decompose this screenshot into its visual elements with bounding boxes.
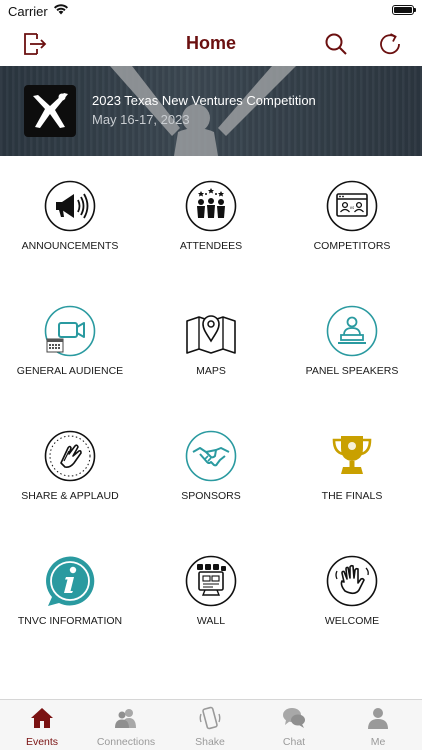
tnvc-logo-icon (33, 93, 68, 128)
event-title: 2023 Texas New Ventures Competition (92, 93, 316, 108)
tile-announcements[interactable]: ANNOUNCEMENTS (0, 156, 140, 281)
tab-me[interactable]: Me (336, 700, 420, 750)
svg-text:vs: vs (350, 205, 354, 210)
handshake-icon (185, 430, 237, 482)
chat-bubbles-icon (283, 708, 305, 728)
tile-the-finals[interactable]: THE FINALS (282, 406, 422, 531)
battery-icon (392, 5, 416, 15)
tile-wall[interactable]: WALL (141, 531, 281, 656)
shake-phone-icon (199, 706, 221, 730)
tile-label: COMPETITORS (313, 240, 391, 252)
tile-tnvc-information[interactable]: TNVC INFORMATION (0, 531, 140, 656)
tile-label: PANEL SPEAKERS (305, 365, 399, 377)
tile-competitors[interactable]: vs COMPETITORS (282, 156, 422, 281)
event-banner[interactable]: 2023 Texas New Ventures Competition May … (0, 66, 422, 156)
status-bar: Carrier (0, 0, 422, 22)
event-logo (24, 85, 76, 137)
tile-label: ANNOUNCEMENTS (21, 240, 119, 252)
map-icon (186, 315, 236, 354)
trophy-icon (332, 436, 372, 474)
social-wall-icon (185, 555, 237, 607)
tab-label: Me (370, 736, 386, 748)
tab-chat[interactable]: Chat (252, 700, 336, 750)
tile-panel-speakers[interactable]: PANEL SPEAKERS (282, 281, 422, 406)
video-calendar-icon (44, 305, 96, 357)
search-button[interactable] (320, 28, 352, 60)
navigation-bar: Home (0, 22, 422, 66)
people-icon (115, 709, 136, 728)
attendees-icon (185, 180, 237, 232)
megaphone-icon (44, 180, 96, 232)
tile-label: ATTENDEES (179, 240, 243, 252)
info-icon (46, 556, 95, 606)
house-icon (31, 708, 53, 728)
wifi-icon (54, 4, 68, 15)
tab-bar: Events Connections Shake Chat Me (0, 699, 422, 750)
tile-share-applaud[interactable]: SHARE & APPLAUD (0, 406, 140, 531)
tile-label: MAPS (196, 365, 226, 377)
tab-shake[interactable]: Shake (168, 700, 252, 750)
tile-label: THE FINALS (321, 490, 383, 502)
tile-label: TNVC INFORMATION (17, 615, 123, 627)
tile-label: SPONSORS (181, 490, 241, 502)
tab-label: Chat (282, 736, 306, 748)
tab-events[interactable]: Events (0, 700, 84, 750)
tile-general-audience[interactable]: GENERAL AUDIENCE (0, 281, 140, 406)
speaker-icon (326, 305, 378, 357)
tile-welcome[interactable]: WELCOME (282, 531, 422, 656)
tab-connections[interactable]: Connections (84, 700, 168, 750)
refresh-icon (380, 33, 400, 55)
person-icon (368, 708, 388, 729)
tile-attendees[interactable]: ATTENDEES (141, 156, 281, 281)
tile-maps[interactable]: MAPS (141, 281, 281, 406)
waving-hand-icon (326, 555, 378, 607)
page-title: Home (185, 33, 236, 53)
tile-label: WELCOME (324, 615, 380, 627)
tile-label: WALL (196, 615, 226, 627)
event-dates: May 16-17, 2023 (92, 112, 190, 127)
refresh-button[interactable] (374, 28, 406, 60)
tab-label: Events (25, 736, 59, 748)
applause-icon (44, 430, 96, 482)
tile-label: GENERAL AUDIENCE (16, 365, 124, 377)
tab-label: Shake (195, 736, 225, 748)
tab-label: Connections (96, 736, 156, 748)
tile-label: SHARE & APPLAUD (21, 490, 119, 502)
competitors-icon: vs (326, 180, 378, 232)
banner-figure-graphic (110, 66, 296, 156)
tile-sponsors[interactable]: SPONSORS (141, 406, 281, 531)
carrier-label: Carrier (8, 4, 48, 19)
search-icon (325, 33, 347, 55)
